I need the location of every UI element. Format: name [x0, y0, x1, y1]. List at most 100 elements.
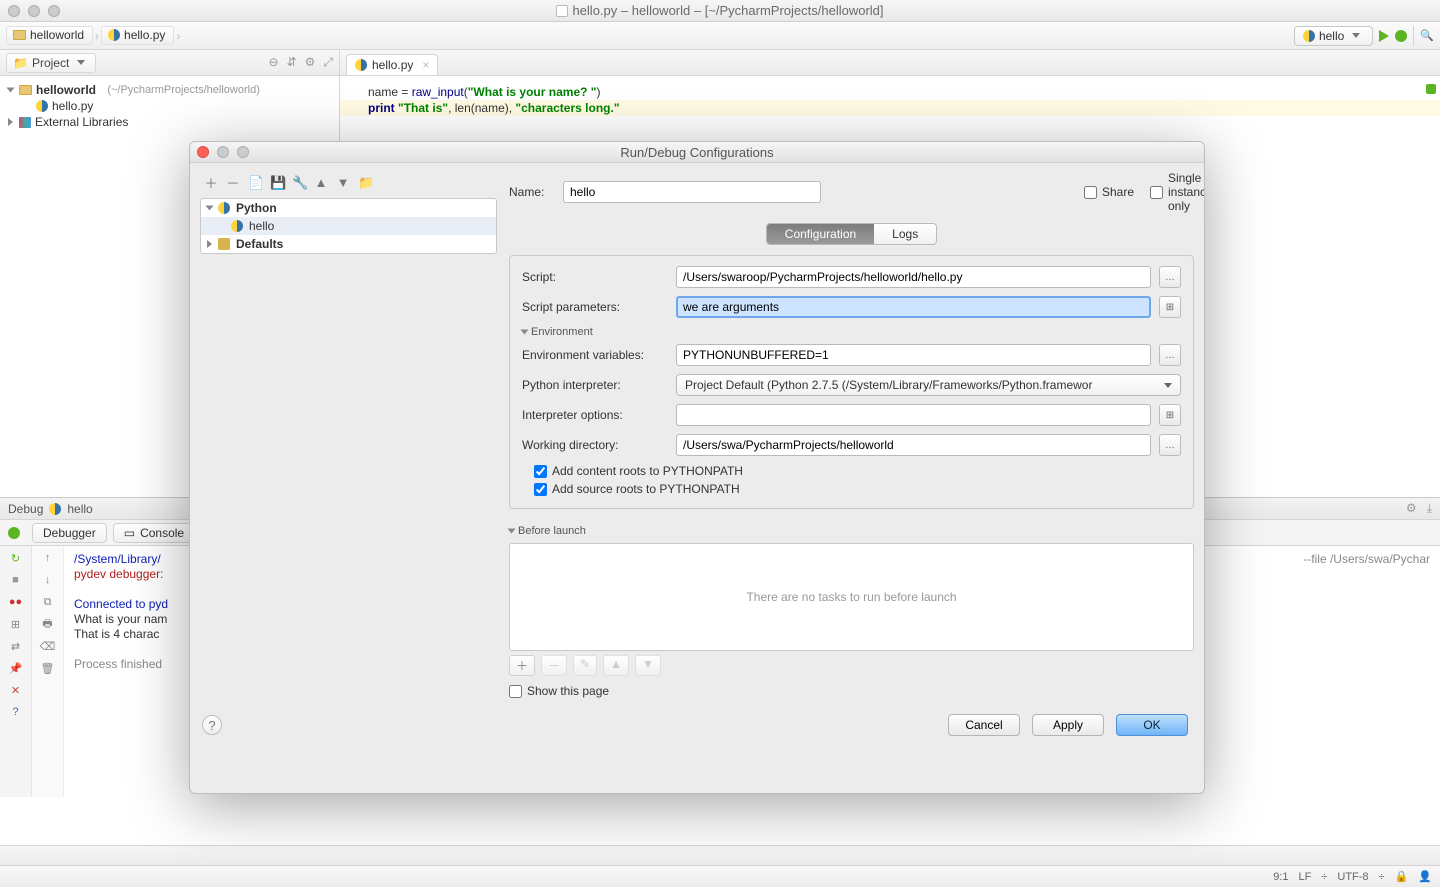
browse-script-button[interactable]: …	[1159, 266, 1181, 288]
tree-project-root[interactable]: helloworld (~/PycharmProjects/helloworld…	[4, 82, 335, 98]
ok-button[interactable]: OK	[1116, 714, 1188, 736]
copy-config-button[interactable]: 📄	[248, 175, 262, 191]
add-content-roots-checkbox[interactable]: Add content roots to PYTHONPATH	[534, 464, 1181, 478]
editor-tab-hello[interactable]: hello.py×	[346, 54, 438, 75]
project-panel-title[interactable]: 📁 Project	[6, 53, 96, 73]
expand-params-button[interactable]: ⊞	[1159, 296, 1181, 318]
library-icon	[19, 117, 31, 128]
settings-icon[interactable]: ⇄	[8, 638, 24, 654]
share-checkbox[interactable]: Share	[1084, 185, 1128, 199]
tree-file-hello[interactable]: hello.py	[4, 98, 335, 114]
add-content-roots-input[interactable]	[534, 465, 547, 478]
tree-libs-label: External Libraries	[35, 115, 128, 129]
save-config-button[interactable]: 💾	[270, 175, 284, 191]
hide-icon[interactable]: ⤢	[323, 55, 333, 70]
print-icon[interactable]: 🖶	[40, 616, 56, 632]
folder-button[interactable]: 📁	[358, 175, 372, 191]
clear-icon[interactable]: ⌫	[40, 638, 56, 654]
gear-icon[interactable]: ⚙	[1406, 501, 1417, 516]
interpreter-options-label: Interpreter options:	[522, 408, 668, 422]
file-encoding[interactable]: UTF-8	[1337, 871, 1368, 883]
before-launch-header[interactable]: Before launch	[509, 525, 1194, 537]
add-config-button[interactable]: ＋	[204, 173, 218, 192]
before-launch-toolbar: ＋ － ✎ ▲ ▼	[509, 651, 1194, 684]
pin-icon[interactable]: 📌	[8, 660, 24, 676]
down-icon[interactable]: ↓	[40, 572, 56, 588]
apply-button[interactable]: Apply	[1032, 714, 1104, 736]
line-ending[interactable]: LF	[1298, 871, 1311, 883]
browse-working-dir-button[interactable]: …	[1159, 434, 1181, 456]
search-icon[interactable]: 🔍	[1420, 29, 1434, 42]
single-instance-checkbox-input[interactable]	[1150, 186, 1163, 199]
script-params-input[interactable]	[676, 296, 1151, 318]
share-checkbox-input[interactable]	[1084, 186, 1097, 199]
layout-icon[interactable]: ⊞	[8, 616, 24, 632]
pin-icon[interactable]: ⤓	[1427, 501, 1432, 516]
script-input[interactable]	[676, 266, 1151, 288]
breadcrumb-project[interactable]: helloworld	[6, 26, 93, 45]
add-source-roots-checkbox[interactable]: Add source roots to PYTHONPATH	[534, 482, 1181, 496]
config-form: Script: … Script parameters: ⊞ Environme…	[509, 255, 1194, 509]
autoscroll-icon[interactable]: ⇵	[287, 55, 297, 70]
help-button[interactable]: ?	[202, 715, 222, 735]
edit-env-vars-button[interactable]: …	[1159, 344, 1181, 366]
python-icon	[231, 220, 243, 232]
edit-defaults-button[interactable]: 🔧	[292, 175, 306, 191]
close-icon[interactable]: ✕	[8, 682, 24, 698]
hector-icon[interactable]: 👤	[1418, 870, 1432, 883]
config-tabs: Configuration Logs	[509, 223, 1194, 245]
cancel-button[interactable]: Cancel	[948, 714, 1020, 736]
expand-interp-options-button[interactable]: ⊞	[1159, 404, 1181, 426]
show-this-page-checkbox[interactable]: Show this page	[509, 684, 1194, 698]
add-source-roots-input[interactable]	[534, 483, 547, 496]
single-instance-checkbox[interactable]: Single instance only	[1150, 171, 1194, 213]
help-icon[interactable]: ?	[8, 704, 24, 720]
debug-button[interactable]	[1395, 30, 1407, 42]
config-item-hello[interactable]: hello	[201, 217, 496, 235]
interpreter-options-input[interactable]	[676, 404, 1151, 426]
collapse-all-icon[interactable]: ⊖	[269, 55, 279, 70]
config-group-python-label: Python	[236, 201, 277, 215]
tab-debugger[interactable]: Debugger	[32, 523, 107, 543]
config-tree: Python hello Defaults	[200, 198, 497, 254]
gear-icon[interactable]: ⚙	[305, 55, 316, 70]
caret-position[interactable]: 9:1	[1273, 871, 1288, 883]
trash-icon[interactable]: 🗑	[40, 660, 56, 676]
config-group-defaults[interactable]: Defaults	[201, 235, 496, 253]
tree-external-libs[interactable]: External Libraries	[4, 114, 335, 130]
disclosure-arrow-icon	[207, 240, 212, 248]
code-line-1: name = raw_input("What is your name? ")	[340, 76, 1440, 100]
run-config-selector[interactable]: hello	[1294, 26, 1373, 46]
move-up-button[interactable]: ▲	[314, 175, 328, 190]
show-this-page-input[interactable]	[509, 685, 522, 698]
close-icon[interactable]: ×	[422, 58, 429, 72]
rerun-icon[interactable]: ↻	[8, 550, 24, 566]
up-icon[interactable]: ↑	[40, 550, 56, 566]
wrap-icon[interactable]: ⧉	[40, 594, 56, 610]
env-vars-input[interactable]	[676, 344, 1151, 366]
breadcrumb: helloworld › hello.py ›	[6, 26, 180, 45]
breadcrumb-file[interactable]: hello.py	[101, 26, 174, 45]
config-item-hello-label: hello	[249, 219, 274, 233]
run-button[interactable]	[1379, 30, 1389, 42]
dialog-titlebar: Run/Debug Configurations	[190, 142, 1204, 163]
stop-icon[interactable]: ■	[8, 572, 24, 588]
tab-logs[interactable]: Logs	[874, 224, 936, 244]
tab-configuration[interactable]: Configuration	[767, 224, 874, 244]
config-group-python[interactable]: Python	[201, 199, 496, 217]
interpreter-label: Python interpreter:	[522, 378, 668, 392]
python-icon	[36, 100, 48, 112]
move-down-button[interactable]: ▼	[336, 175, 350, 190]
bug-icon	[8, 527, 20, 539]
project-panel-title-label: Project	[32, 56, 69, 70]
remove-config-button[interactable]: －	[226, 173, 240, 192]
environment-section-header[interactable]: Environment	[522, 326, 1181, 338]
working-dir-input[interactable]	[676, 434, 1151, 456]
add-task-button[interactable]: ＋	[509, 655, 535, 676]
interpreter-select[interactable]: Project Default (Python 2.7.5 (/System/L…	[676, 374, 1181, 396]
breakpoints-icon[interactable]: ●●	[8, 594, 24, 610]
config-name-input[interactable]	[563, 181, 821, 203]
toolbar-right: hello 🔍	[1294, 26, 1434, 46]
chevron-right-icon: ›	[95, 29, 99, 43]
lock-icon[interactable]: 🔒	[1395, 870, 1409, 883]
